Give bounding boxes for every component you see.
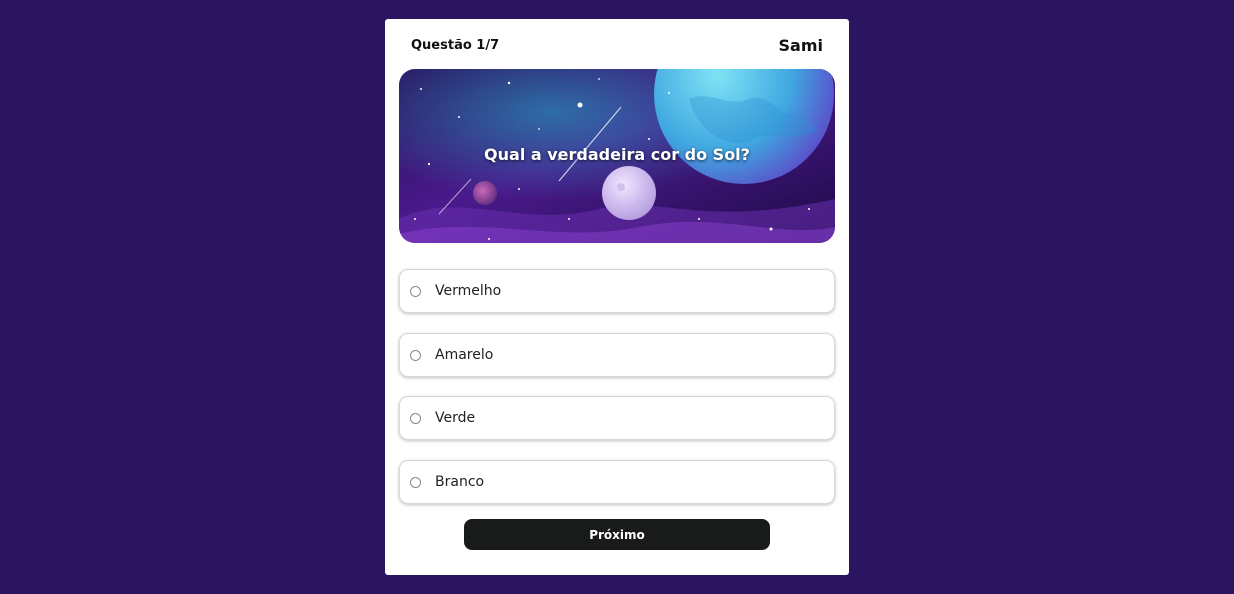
question-banner: Qual a verdadeira cor do Sol? [399, 69, 835, 243]
option-label: Branco [435, 474, 485, 490]
option-amarelo[interactable]: Amarelo [399, 333, 835, 377]
next-button[interactable]: Próximo [464, 519, 770, 550]
option-label: Vermelho [435, 283, 502, 299]
radio-button[interactable] [410, 412, 421, 424]
radio-button[interactable] [410, 285, 421, 297]
option-branco[interactable]: Branco [399, 460, 835, 504]
option-vermelho[interactable]: Vermelho [399, 269, 835, 313]
option-verde[interactable]: Verde [399, 396, 835, 440]
quiz-card: Questão 1/7 Sami Qual a verdadeira cor d… [385, 19, 849, 575]
question-counter: Questão 1/7 [411, 37, 500, 53]
option-label: Amarelo [435, 347, 494, 363]
username: Sami [778, 35, 823, 55]
quiz-header: Questão 1/7 Sami [411, 33, 823, 57]
option-label: Verde [435, 410, 476, 426]
radio-button[interactable] [410, 476, 421, 488]
radio-button[interactable] [410, 349, 421, 361]
question-text: Qual a verdadeira cor do Sol? [484, 145, 750, 164]
